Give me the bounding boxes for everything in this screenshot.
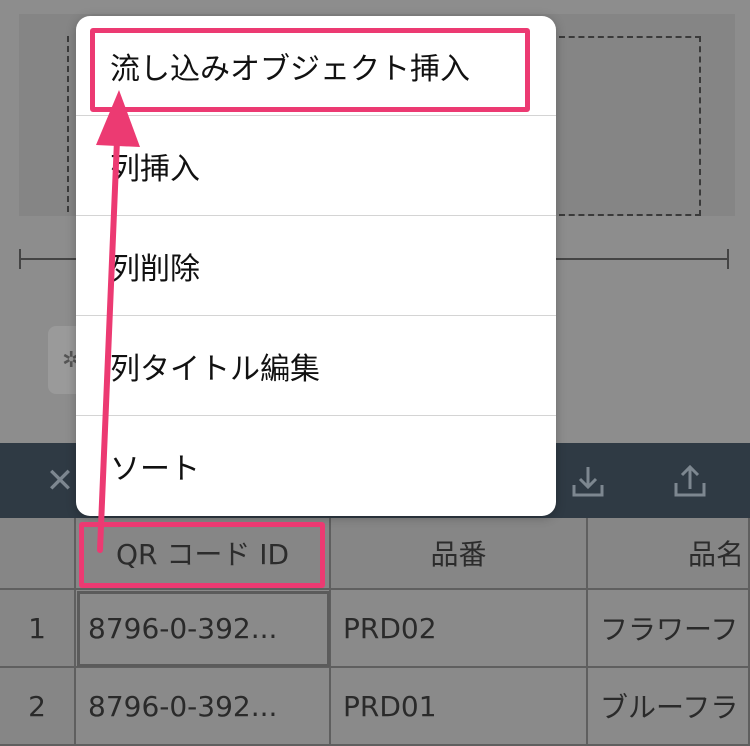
annotation-arrow-icon xyxy=(96,90,140,553)
